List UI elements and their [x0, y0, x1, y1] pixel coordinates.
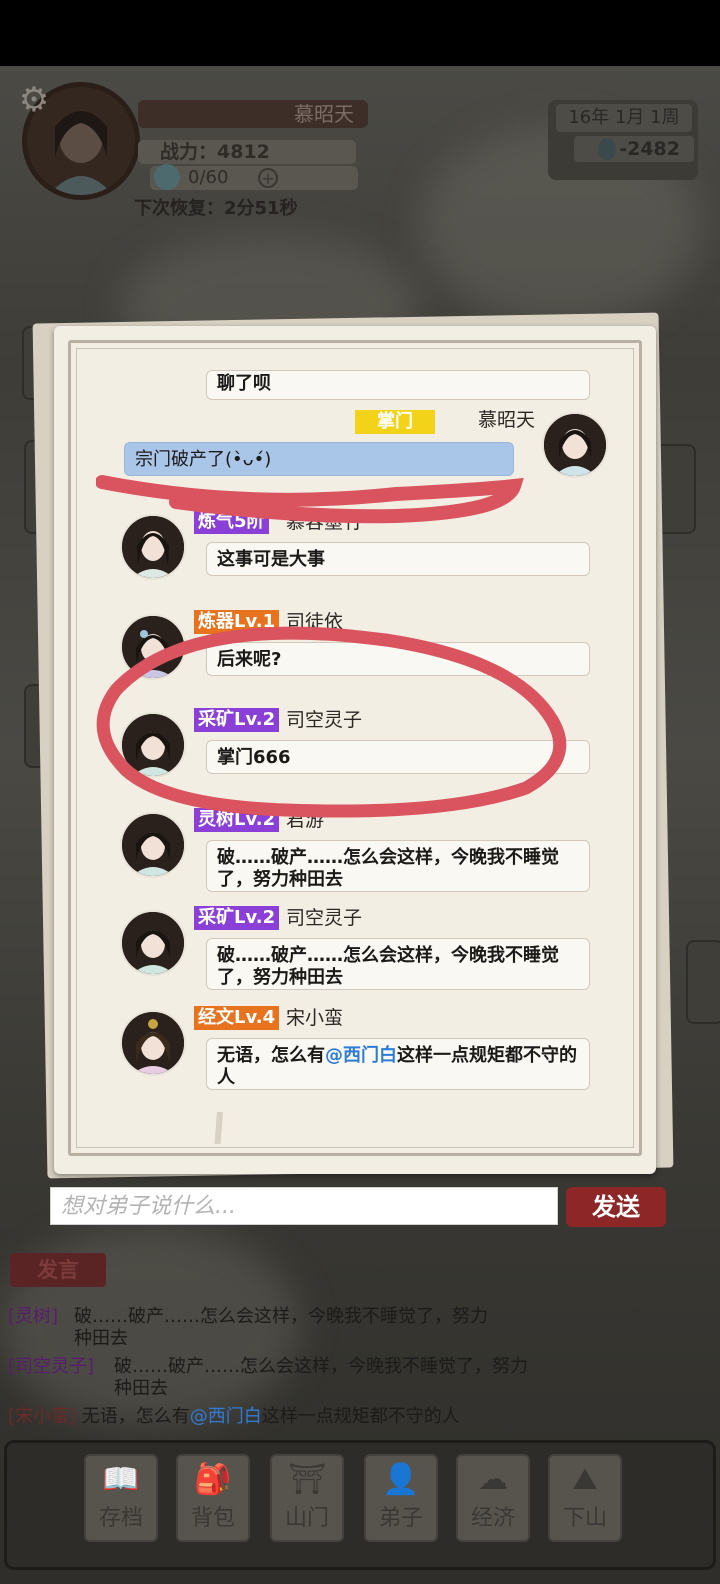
log-text: 破……破产……怎么会这样，今晚我不睡觉了，努力种田去: [114, 1356, 528, 1399]
economy-icon: ☁: [478, 1462, 508, 1497]
log-sender: [宋小蛮]: [8, 1406, 77, 1427]
energy-recover-timer: 下次恢复：2分51秒: [134, 198, 298, 219]
mountain-icon: ⛰: [572, 1462, 598, 1497]
message-bubble: 聊了呗: [206, 370, 590, 400]
sender-avatar[interactable]: [542, 412, 608, 478]
sender-name: 慕昭天: [478, 409, 536, 431]
log-sender: [司空灵子]: [8, 1356, 95, 1377]
nav-descend-button[interactable]: ⛰ 下山: [548, 1454, 622, 1542]
rank-tag: 采矿Lv.2: [194, 906, 280, 930]
nav-label: 弟子: [378, 1506, 423, 1531]
combat-power: 战力：4812: [138, 140, 356, 164]
sender-name: 君游: [286, 809, 325, 831]
energy-value: 0/60: [150, 166, 358, 190]
sender-avatar[interactable]: [120, 514, 186, 580]
rank-tag: 经文Lv.4: [194, 1006, 280, 1030]
log-sender: [灵树]: [8, 1306, 59, 1327]
message-bubble-self: 宗门破产了(•̀ᴗ•́): [124, 442, 514, 476]
mention-link[interactable]: @西门白: [325, 1045, 397, 1066]
send-button[interactable]: 发送: [566, 1187, 666, 1227]
sender-name: 司空灵子: [286, 709, 363, 731]
rank-tag: 掌门: [355, 410, 435, 434]
sender-avatar[interactable]: [120, 712, 186, 778]
rank-tag: 炼气5阶: [194, 510, 269, 534]
nav-save-button[interactable]: 📖 存档: [84, 1454, 158, 1542]
sender-name: 司徒依: [286, 611, 344, 633]
nav-bag-button[interactable]: 🎒 背包: [176, 1454, 250, 1542]
bamboo-decoration: [214, 1112, 223, 1144]
log-text: 破……破产……怎么会这样，今晚我不睡觉了，努力种田去: [74, 1306, 488, 1349]
add-energy-icon[interactable]: +: [258, 168, 278, 188]
message-bubble: 掌门666: [206, 740, 590, 774]
nav-economy-button[interactable]: ☁ 经济: [456, 1454, 530, 1542]
log-line: [宋小蛮] 无语，怎么有@西门白这样一点规矩都不守的人: [8, 1406, 568, 1428]
player-name: 慕昭天: [138, 100, 368, 128]
spirit-stone-balance: -2482: [574, 136, 694, 162]
nav-label: 背包: [190, 1506, 235, 1531]
log-line: [司空灵子] 破……破产……怎么会这样，今晚我不睡觉了，努力种田去: [8, 1356, 548, 1399]
bag-icon: 🎒: [194, 1462, 232, 1497]
chat-input[interactable]: 想对弟子说什么...: [50, 1187, 558, 1225]
energy-drop-icon: [154, 164, 180, 190]
sender-avatar[interactable]: [120, 1010, 186, 1076]
disciple-icon: 👤: [382, 1462, 420, 1497]
speak-button[interactable]: 发言: [10, 1253, 106, 1287]
message-bubble: 这事可是大事: [206, 542, 590, 576]
rank-tag: 采矿Lv.2: [194, 708, 280, 732]
log-line: [灵树] 破……破产……怎么会这样，今晚我不睡觉了，努力种田去: [8, 1306, 508, 1349]
sender-name: 慕容墨竹: [286, 511, 363, 533]
sender-avatar[interactable]: [120, 812, 186, 878]
settings-gear-icon[interactable]: ⚙: [14, 80, 54, 120]
chat-message-list[interactable]: 聊了呗 掌门 慕昭天 宗门破产了(•̀ᴗ•́) 炼气5阶 慕容墨竹 这事可是大事…: [80, 352, 630, 1144]
spirit-stone-icon: [598, 138, 616, 160]
game-date: 16年 1月 1周: [556, 104, 692, 132]
rank-tag: 灵树Lv.2: [194, 808, 280, 832]
book-icon: 📖: [102, 1462, 140, 1497]
nav-gate-button[interactable]: ⛩ 山门: [270, 1454, 344, 1542]
rank-tag: 炼器Lv.1: [194, 610, 280, 634]
nav-label: 存档: [98, 1506, 143, 1531]
message-bubble: 破……破产……怎么会这样，今晚我不睡觉了，努力种田去: [206, 840, 590, 892]
nav-label: 下山: [562, 1506, 607, 1531]
message-bubble: 无语，怎么有@西门白这样一点规矩都不守的人: [206, 1038, 590, 1090]
sender-avatar[interactable]: [120, 614, 186, 680]
log-text: 无语，怎么有@西门白这样一点规矩都不守的人: [81, 1406, 460, 1427]
sender-avatar[interactable]: [120, 910, 186, 976]
sender-name: 宋小蛮: [286, 1007, 344, 1029]
status-bar: [0, 0, 720, 66]
message-bubble: 破……破产……怎么会这样，今晚我不睡觉了，努力种田去: [206, 938, 590, 990]
side-button-right-2: [686, 940, 720, 1024]
sender-name: 司空灵子: [286, 907, 363, 929]
nav-label: 经济: [470, 1506, 515, 1531]
message-bubble: 后来呢?: [206, 642, 590, 676]
gate-icon: ⛩: [287, 1462, 327, 1497]
nav-label: 山门: [284, 1506, 329, 1531]
nav-disciple-button[interactable]: 👤 弟子: [364, 1454, 438, 1542]
